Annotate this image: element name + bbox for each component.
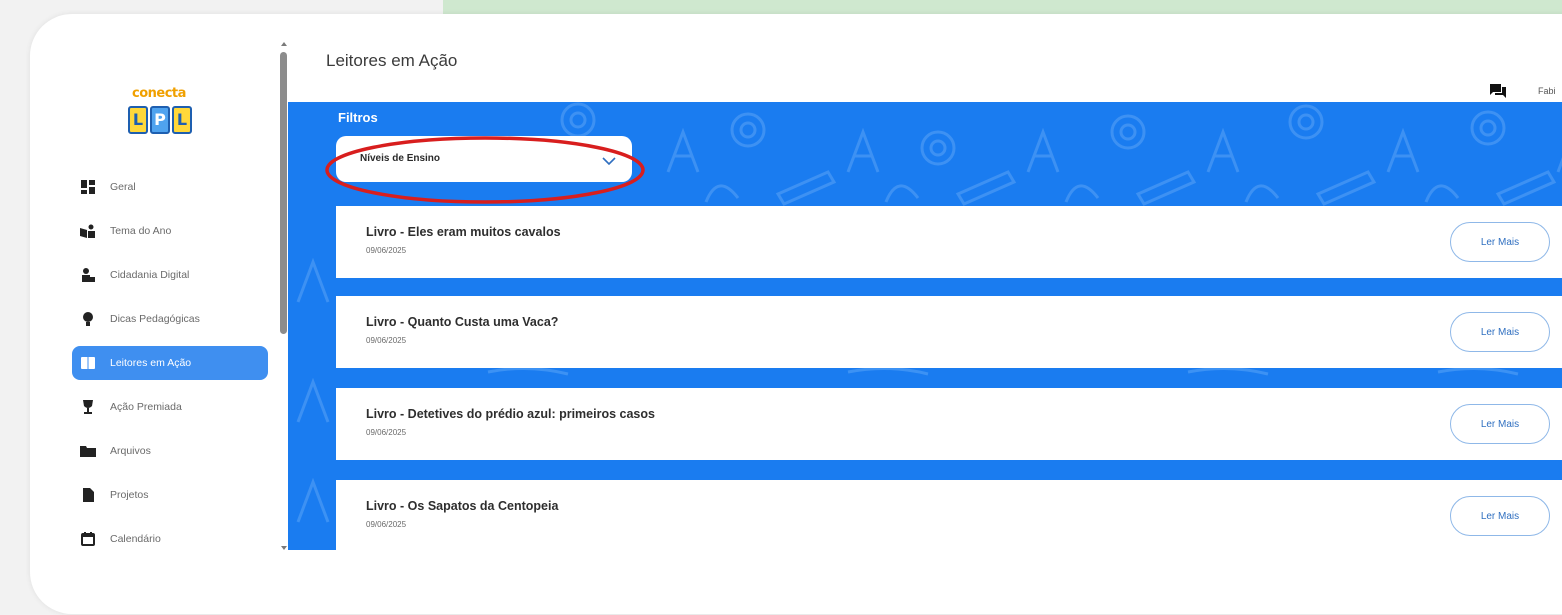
logo-tile: L <box>172 106 192 134</box>
sidebar-item-cidadania-digital[interactable]: Cidadania Digital <box>72 258 272 292</box>
logo-wordmark: conecta <box>132 86 186 101</box>
book-icon <box>80 355 96 371</box>
sidebar-item-label: Ação Premiada <box>110 401 182 413</box>
sidebar-item-projetos[interactable]: Projetos <box>72 478 272 512</box>
scroll-up-icon[interactable] <box>281 42 287 46</box>
book-title: Livro - Eles eram muitos cavalos <box>366 225 561 239</box>
book-row: Livro - Quanto Custa uma Vaca? 09/06/202… <box>336 296 1562 368</box>
sidebar-item-label: Leitores em Ação <box>110 357 192 369</box>
sidebar-item-leitores-em-acao[interactable]: Leitores em Ação <box>72 346 268 380</box>
logo-tile: L <box>128 106 148 134</box>
lightbulb-icon <box>80 311 96 327</box>
book-reader-icon <box>80 223 96 239</box>
logo-tiles: L P L <box>128 106 192 134</box>
file-icon <box>80 487 96 503</box>
logo-tile: P <box>150 106 170 134</box>
book-title: Livro - Quanto Custa uma Vaca? <box>366 315 559 329</box>
scroll-down-icon[interactable] <box>281 546 287 550</box>
sidebar-item-label: Tema do Ano <box>110 225 172 237</box>
sidebar-item-calendario[interactable]: Calendário <box>72 522 272 556</box>
scrollbar-thumb[interactable] <box>280 52 287 334</box>
sidebar-scrollbar[interactable] <box>280 40 288 552</box>
book-date: 09/06/2025 <box>366 428 407 437</box>
sidebar-item-tema-do-ano[interactable]: Tema do Ano <box>72 214 272 248</box>
book-title: Livro - Detetives do prédio azul: primei… <box>366 407 655 421</box>
red-highlight-ellipse <box>325 136 645 204</box>
calendar-icon <box>80 531 96 547</box>
sidebar-item-label: Projetos <box>110 489 149 501</box>
user-name[interactable]: Fabi <box>1538 86 1556 96</box>
sidebar-item-label: Geral <box>110 181 136 193</box>
read-more-button[interactable]: Ler Mais <box>1450 312 1550 352</box>
filters-label: Filtros <box>338 110 378 125</box>
sidebar-item-arquivos[interactable]: Arquivos <box>72 434 272 468</box>
folder-icon <box>80 443 96 459</box>
book-date: 09/06/2025 <box>366 246 407 255</box>
book-title: Livro - Os Sapatos da Centopeia <box>366 499 559 513</box>
sidebar-item-label: Calendário <box>110 533 161 545</box>
sidebar-item-acao-premiada[interactable]: Ação Premiada <box>72 390 272 424</box>
book-date: 09/06/2025 <box>366 520 407 529</box>
book-row: Livro - Os Sapatos da Centopeia 09/06/20… <box>336 480 1562 550</box>
page-title: Leitores em Ação <box>326 51 458 70</box>
read-more-button[interactable]: Ler Mais <box>1450 496 1550 536</box>
sidebar-item-geral[interactable]: Geral <box>72 170 272 204</box>
book-row: Livro - Eles eram muitos cavalos 09/06/2… <box>336 206 1562 278</box>
sidebar-item-dicas-pedagogicas[interactable]: Dicas Pedagógicas <box>72 302 272 336</box>
content-area: Filtros Níveis de Ensino Livro - Eles er… <box>288 102 1562 550</box>
sidebar-item-label: Arquivos <box>110 445 151 457</box>
sidebar-item-label: Dicas Pedagógicas <box>110 313 200 325</box>
book-date: 09/06/2025 <box>366 336 407 345</box>
read-more-button[interactable]: Ler Mais <box>1450 222 1550 262</box>
read-more-button[interactable]: Ler Mais <box>1450 404 1550 444</box>
chat-icon[interactable] <box>1490 84 1506 103</box>
trophy-icon <box>80 399 96 415</box>
sidebar-item-label: Cidadania Digital <box>110 269 190 281</box>
book-row: Livro - Detetives do prédio azul: primei… <box>336 388 1562 460</box>
users-icon <box>80 267 96 283</box>
app-logo: conecta L P L <box>128 86 216 148</box>
dashboard-icon <box>80 179 96 195</box>
